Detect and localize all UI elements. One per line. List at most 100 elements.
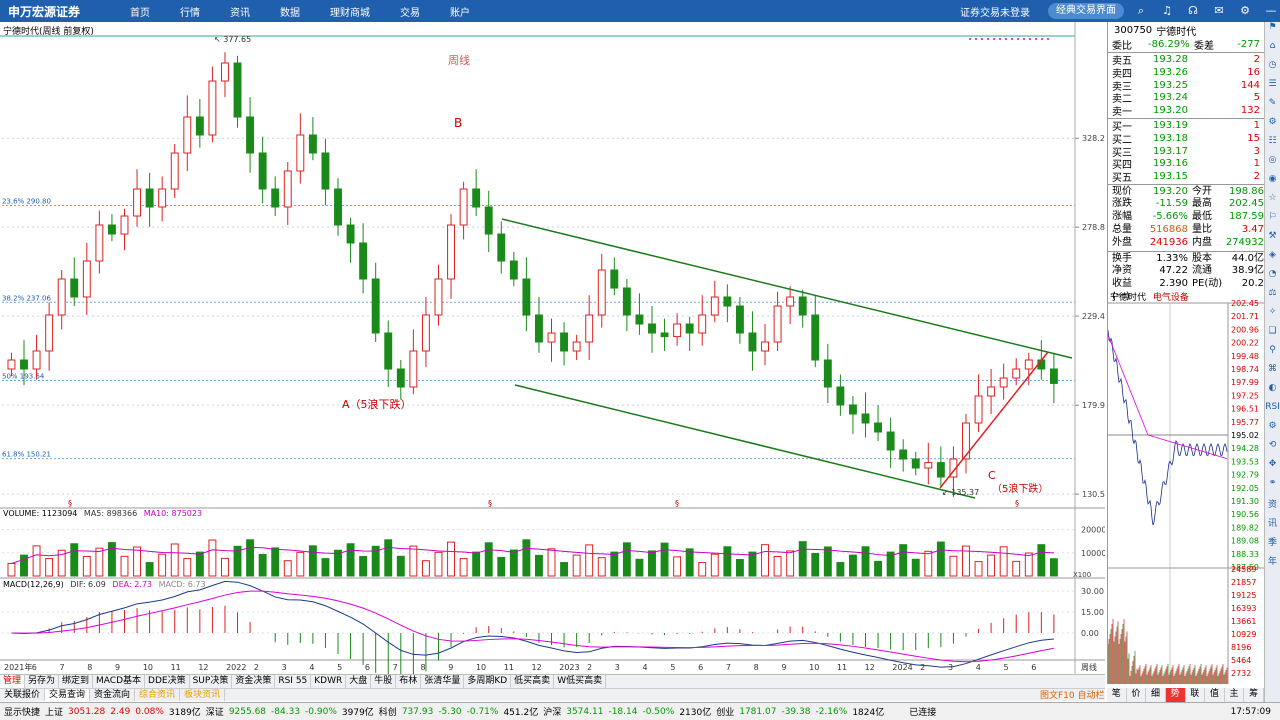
tab-sup[interactable]: SUP决策 xyxy=(190,675,233,688)
sidebar-tool-icon[interactable]: ❏ xyxy=(1265,326,1280,345)
sidebar-tool-icon[interactable]: ✧ xyxy=(1265,307,1280,326)
sidebar-tool-icon[interactable]: ☷ xyxy=(1265,136,1280,155)
mini-volume-tick: 10929 xyxy=(1231,630,1256,639)
quick-toggle[interactable]: 显示快捷 xyxy=(0,705,40,718)
candle-body xyxy=(7,359,16,370)
mini-btn[interactable]: 价 xyxy=(1127,688,1147,702)
intraday-mini-chart[interactable]: 202.45 201.71 200.96 200.22 199.48 198.74 197.… xyxy=(1107,290,1265,684)
kline-chart-area[interactable]: 328.2 278.8 229.4 179.9 130.5 23.6% 290.80 38.… xyxy=(0,22,1105,674)
nav-finance-mall[interactable]: 理财商城 xyxy=(315,4,385,19)
gear-icon[interactable]: ⚙ xyxy=(1232,4,1258,18)
volume-bar xyxy=(32,545,41,577)
nav-data[interactable]: 数据 xyxy=(265,4,315,19)
candle-body xyxy=(334,188,342,226)
mini-btn[interactable]: 细 xyxy=(1146,688,1166,702)
period-label: 周线 xyxy=(448,53,470,67)
tab-dde[interactable]: DDE决策 xyxy=(145,675,190,688)
mini-btn[interactable]: 主 xyxy=(1225,688,1245,702)
classic-trade-button[interactable]: 经典交易界面 xyxy=(1048,3,1124,19)
sidebar-tool-icon[interactable]: ✎ xyxy=(1265,98,1280,117)
sidebar-tool-icon[interactable]: ⚖ xyxy=(1265,288,1280,307)
sidebar-tool-icon[interactable]: ⌂ xyxy=(1265,41,1280,60)
candle-body xyxy=(848,404,857,415)
tab-related-quote[interactable]: 关联报价 xyxy=(0,689,46,701)
sidebar-tool-icon[interactable]: ⚙ xyxy=(1265,117,1280,136)
bell-icon[interactable]: ♫ xyxy=(1154,4,1180,18)
sidebar-tool-icon[interactable]: 季 xyxy=(1265,535,1280,554)
mini-btn-active[interactable]: 势 xyxy=(1165,688,1186,702)
sidebar-tool-icon[interactable]: ⚐ xyxy=(1265,212,1280,231)
sidebar-tool-icon[interactable]: ⚲ xyxy=(1265,345,1280,364)
sidebar-tool-icon[interactable]: ◎ xyxy=(1265,155,1280,174)
tab-zqh[interactable]: 张清华量 xyxy=(421,675,465,688)
sidebar-tool-icon[interactable]: ◷ xyxy=(1265,60,1280,79)
tab-market[interactable]: 大盘 xyxy=(346,675,372,688)
mini-title: 宁德时代 电气设备 xyxy=(1110,293,1189,303)
intraday-svg[interactable]: 202.45 201.71 200.96 200.22 199.48 198.74 197.… xyxy=(1108,290,1265,684)
tab-kdwr[interactable]: KDWR xyxy=(311,675,347,688)
sidebar-tool-icon[interactable]: ⚑ xyxy=(1265,22,1280,41)
tab-fund[interactable]: 资金决策 xyxy=(232,675,276,688)
sidebar-tool-icon[interactable]: ⚭ xyxy=(1265,478,1280,497)
kline-chart-svg[interactable]: 328.2 278.8 229.4 179.9 130.5 23.6% 290.80 38.… xyxy=(0,22,1105,674)
tab-bind[interactable]: 绑定到 xyxy=(59,675,94,688)
mini-btn[interactable]: 值 xyxy=(1205,688,1225,702)
sidebar-tool-icon[interactable]: RSI xyxy=(1265,402,1280,421)
sidebar-tool-icon[interactable]: 年 xyxy=(1265,554,1280,573)
nav-quotes[interactable]: 行情 xyxy=(165,4,215,19)
tab-news[interactable]: 综合资讯 xyxy=(135,689,181,701)
mini-price-tick: 196.51 xyxy=(1231,405,1259,414)
sidebar-tool-icon[interactable]: ◈ xyxy=(1265,250,1280,269)
headset-icon[interactable]: ☊ xyxy=(1180,4,1206,18)
sidebar-tool-icon[interactable]: ⌘ xyxy=(1265,364,1280,383)
nav-news[interactable]: 资讯 xyxy=(215,4,265,19)
tab-lowbuy[interactable]: 低买高卖 xyxy=(511,675,555,688)
tab-save-as[interactable]: 另存为 xyxy=(25,675,60,688)
sidebar-tool-icon[interactable]: ◔ xyxy=(1265,269,1280,288)
mail-icon[interactable]: ✉ xyxy=(1206,4,1232,18)
bid-row[interactable]: 买五 193.15 2 xyxy=(1108,170,1264,184)
xaxis-tick-label: 8 xyxy=(420,663,425,672)
dot-marker xyxy=(969,38,971,40)
mini-btn[interactable]: 联 xyxy=(1186,688,1206,702)
minimize-icon[interactable]: — xyxy=(1258,4,1280,18)
volume-bar xyxy=(384,539,393,577)
tab-wlowbuy[interactable]: W低买高卖 xyxy=(554,675,607,688)
login-status[interactable]: 证券交易未登录 xyxy=(960,4,1030,19)
price-tick-label: 328.2 xyxy=(1082,134,1105,143)
tab-fund-flow[interactable]: 资金流向 xyxy=(90,689,136,701)
mini-btn[interactable]: 笔 xyxy=(1107,688,1127,702)
f10-links[interactable]: 图文F10 自动栏 xyxy=(1040,688,1105,701)
tab-rsi[interactable]: RSI 55 xyxy=(275,675,312,688)
sidebar-tool-icon[interactable]: ☆ xyxy=(1265,193,1280,212)
tab-sector-news[interactable]: 板块资讯 xyxy=(180,689,226,701)
volume-bar xyxy=(648,550,656,577)
tab-bull[interactable]: 牛股 xyxy=(371,675,397,688)
sidebar-tool-icon[interactable]: ☰ xyxy=(1265,79,1280,98)
sidebar-tool-icon[interactable]: ✥ xyxy=(1265,459,1280,478)
sidebar-tool-icon[interactable]: ⚙ xyxy=(1265,421,1280,440)
nav-account[interactable]: 账户 xyxy=(435,4,485,19)
sidebar-tool-icon[interactable]: ◉ xyxy=(1265,174,1280,193)
event-marker: § xyxy=(675,499,679,508)
tab-macd[interactable]: MACD基本 xyxy=(93,675,146,688)
tab-manage[interactable]: 管理 xyxy=(0,675,26,688)
tab-multikd[interactable]: 多周期KD xyxy=(464,675,512,688)
candle-body xyxy=(962,422,970,460)
tab-trade-query[interactable]: 交易查询 xyxy=(45,689,91,701)
sidebar-tool-icon[interactable]: ◐ xyxy=(1265,383,1280,402)
xaxis-tick-label: 7 xyxy=(726,663,731,672)
mini-btn[interactable]: 筹 xyxy=(1244,688,1264,702)
tab-boll[interactable]: 布林 xyxy=(396,675,422,688)
sidebar-tool-icon[interactable]: ⚒ xyxy=(1265,231,1280,250)
search-icon[interactable]: ⌕ xyxy=(1128,4,1154,18)
ask-row[interactable]: 卖一 193.20 132 xyxy=(1108,104,1264,118)
nav-trade[interactable]: 交易 xyxy=(385,4,435,19)
sidebar-tool-icon[interactable]: 资 xyxy=(1265,497,1280,516)
volume-bar xyxy=(786,550,795,577)
chart-title: 宁德时代(周线 前复权) xyxy=(3,27,94,37)
volume-bar xyxy=(547,548,556,577)
sidebar-tool-icon[interactable]: ⟲ xyxy=(1265,440,1280,459)
sidebar-tool-icon[interactable]: 讯 xyxy=(1265,516,1280,535)
nav-home[interactable]: 首页 xyxy=(115,4,165,19)
